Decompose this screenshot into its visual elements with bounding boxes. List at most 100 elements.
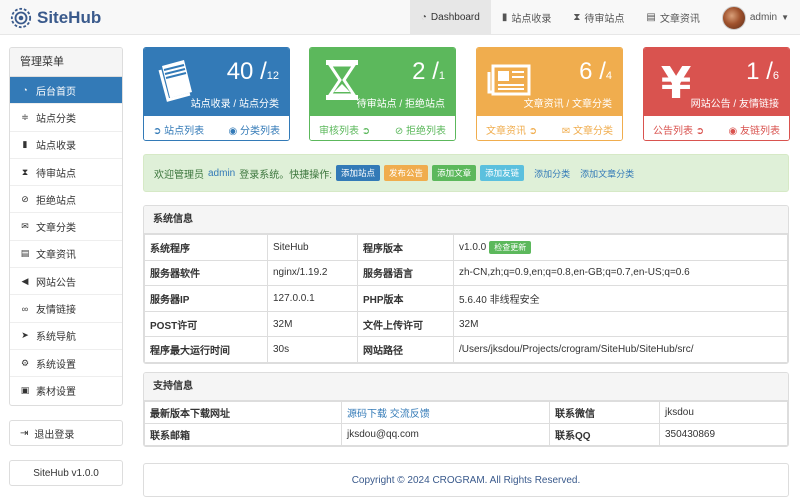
table-value-cell: 源码下载 交流反馈 [341, 401, 550, 424]
table-row: 联系邮箱 jksdou@qq.com 联系QQ 350430869 [144, 423, 788, 446]
sidebar-item-home[interactable]: ◔ 后台首页 [10, 77, 122, 105]
circle-arrow-icon: ➲ [695, 125, 705, 137]
table-key: 联系邮箱 [144, 423, 342, 446]
sidebar-item-pending[interactable]: ⧗ 待审站点 [10, 159, 122, 187]
table-row: 程序最大运行时间 30s 网站路径 /Users/jksdou/Projects… [144, 336, 788, 363]
table-key: 服务器IP [144, 285, 268, 312]
newspaper-icon: ▤ [20, 248, 30, 259]
add-article-button[interactable]: 添加文章 [432, 165, 477, 181]
add-site-button[interactable]: 添加站点 [336, 165, 381, 181]
newspaper-icon: ▤ [646, 12, 656, 23]
sidebar-item-sites[interactable]: ▮ 站点收录 [10, 132, 122, 159]
sidebar-item-media[interactable]: ▣ 素材设置 [10, 377, 122, 404]
table-value: SiteHub [267, 234, 358, 261]
caret-down-icon: ▼ [781, 13, 789, 22]
footer: Copyright © 2024 CROGRAM. All Rights Res… [143, 463, 789, 497]
sidebar-item-settings[interactable]: ⚙ 系统设置 [10, 350, 122, 378]
book-icon: ▮ [501, 12, 508, 23]
support-info-table: 最新版本下载网址 源码下载 交流反馈 联系微信 jksdou 联系邮箱 jksd… [144, 401, 788, 446]
circle-arrow-icon: ➲ [361, 125, 371, 137]
hourglass-icon: ⧗ [573, 12, 581, 23]
sign-out-icon: ⇥ [20, 427, 29, 439]
envelope-icon: ✉ [21, 221, 29, 232]
nav-articles-label: 文章资讯 [659, 14, 700, 25]
sidebar-item-label: 待审站点 [36, 168, 76, 180]
post-notice-button[interactable]: 发布公告 [384, 165, 429, 181]
review-list-link[interactable]: 审核列表 ➲ [319, 122, 370, 137]
envelope-icon: ✉ [561, 125, 571, 137]
sidebar-item-label: 素材设置 [36, 387, 76, 399]
brand[interactable]: SiteHub [10, 6, 101, 30]
sidebar-title: 管理菜单 [10, 48, 122, 77]
nav-dashboard-label: Dashboard [430, 12, 480, 23]
table-value: 127.0.0.1 [267, 285, 358, 312]
gear-icon: ⚙ [20, 357, 30, 368]
avatar [721, 5, 746, 30]
stat-sub: 12 [266, 70, 279, 82]
link-label: 拒绝列表 [406, 125, 446, 137]
logout-button[interactable]: ⇥ 退出登录 [9, 420, 123, 446]
system-info-table: 系统程序 SiteHub 程序版本 v1.0.0 检查更新 服务器软件 nginx… [144, 234, 788, 363]
eye-icon: ◉ [728, 125, 738, 137]
table-row: 服务器IP 127.0.0.1 PHP版本 5.6.40 非线程安全 [144, 285, 788, 312]
location-arrow-icon: ➤ [21, 330, 29, 341]
table-key: 程序最大运行时间 [144, 336, 268, 363]
rejected-list-link[interactable]: ⊘ 拒绝列表 [395, 122, 446, 137]
link-label: 文章资讯 [486, 125, 526, 137]
sidebar-item-links[interactable]: ∞ 友情链接 [10, 295, 122, 323]
user-menu[interactable]: admin ▼ [711, 0, 800, 35]
stat-sub: 4 [605, 70, 612, 82]
add-article-category-link[interactable]: 添加文章分类 [580, 167, 634, 180]
link-list-link[interactable]: ◉ 友链列表 [728, 122, 780, 137]
nav-sites[interactable]: ▮ 站点收录 [491, 0, 563, 35]
sidebar-item-article-category[interactable]: ✉ 文章分类 [10, 213, 122, 241]
site-list-link[interactable]: ➲ 站点列表 [153, 122, 204, 137]
stat-main: 6 [579, 58, 593, 85]
user-name: admin [749, 12, 778, 23]
stat-caption: 文章资讯 / 文章分类 [523, 99, 612, 110]
add-category-link[interactable]: 添加分类 [534, 167, 570, 180]
sidebar-item-nav[interactable]: ➤ 系统导航 [10, 323, 122, 350]
welcome-prefix: 欢迎管理员 [154, 169, 204, 181]
stat-main: 40 [226, 58, 254, 85]
sidebar-item-label: 站点收录 [36, 141, 76, 153]
system-info-title: 系统信息 [144, 206, 788, 234]
sliders-icon: ≑ [21, 111, 29, 122]
sidebar-item-articles[interactable]: ▤ 文章资讯 [10, 241, 122, 269]
category-list-link[interactable]: ◉ 分类列表 [228, 122, 280, 137]
table-key: 文件上传许可 [357, 310, 454, 338]
sidebar-item-site-category[interactable]: ≑ 站点分类 [10, 104, 122, 132]
table-value: 30s [267, 336, 358, 363]
stat-caption: 待审站点 / 拒绝站点 [356, 99, 445, 110]
add-link-button[interactable]: 添加友链 [480, 165, 525, 181]
stat-card-pending: 2 /1 待审站点 / 拒绝站点 审核列表 ➲ ⊘ 拒绝列表 [309, 47, 456, 141]
sidebar-item-label: 友情链接 [36, 305, 76, 317]
stat-sub: 1 [438, 70, 445, 82]
book-icon: ▮ [22, 139, 28, 150]
link-label: 审核列表 [319, 125, 359, 137]
top-navbar: SiteHub ◔ Dashboard ▮ 站点收录 ⧗ 待审站点 ▤ 文章资讯… [0, 0, 800, 35]
circle-arrow-icon: ➲ [153, 125, 162, 137]
stat-numbers: 40 /12 [226, 58, 279, 85]
table-value: 32M [267, 310, 358, 338]
sidebar-item-notices[interactable]: ◀ 网站公告 [10, 268, 122, 296]
source-download-link[interactable]: 源码下载 [347, 409, 387, 420]
table-row: 系统程序 SiteHub 程序版本 v1.0.0 检查更新 [144, 234, 788, 261]
dashboard-icon: ◔ [420, 12, 427, 23]
welcome-user[interactable]: admin [208, 168, 235, 179]
nav-articles[interactable]: ▤ 文章资讯 [635, 0, 710, 35]
nav-pending[interactable]: ⧗ 待审站点 [562, 0, 635, 35]
sidebar-item-label: 网站公告 [36, 277, 76, 289]
feedback-link[interactable]: 交流反馈 [390, 409, 430, 420]
article-list-link[interactable]: 文章资讯 ➲ [486, 122, 537, 137]
ban-icon: ⊘ [394, 125, 404, 137]
table-row: 最新版本下载网址 源码下载 交流反馈 联系微信 jksdou [144, 401, 788, 424]
eye-icon: ◉ [228, 125, 238, 137]
check-update-button[interactable]: 检查更新 [489, 240, 532, 254]
article-category-link[interactable]: ✉ 文章分类 [562, 122, 613, 137]
nav-dashboard[interactable]: ◔ Dashboard [409, 0, 491, 35]
sidebar-item-rejected[interactable]: ⊘ 拒绝站点 [10, 186, 122, 214]
table-value: 32M [453, 310, 788, 338]
notice-list-link[interactable]: 公告列表 ➲ [653, 122, 704, 137]
support-info-title: 支持信息 [144, 373, 788, 401]
